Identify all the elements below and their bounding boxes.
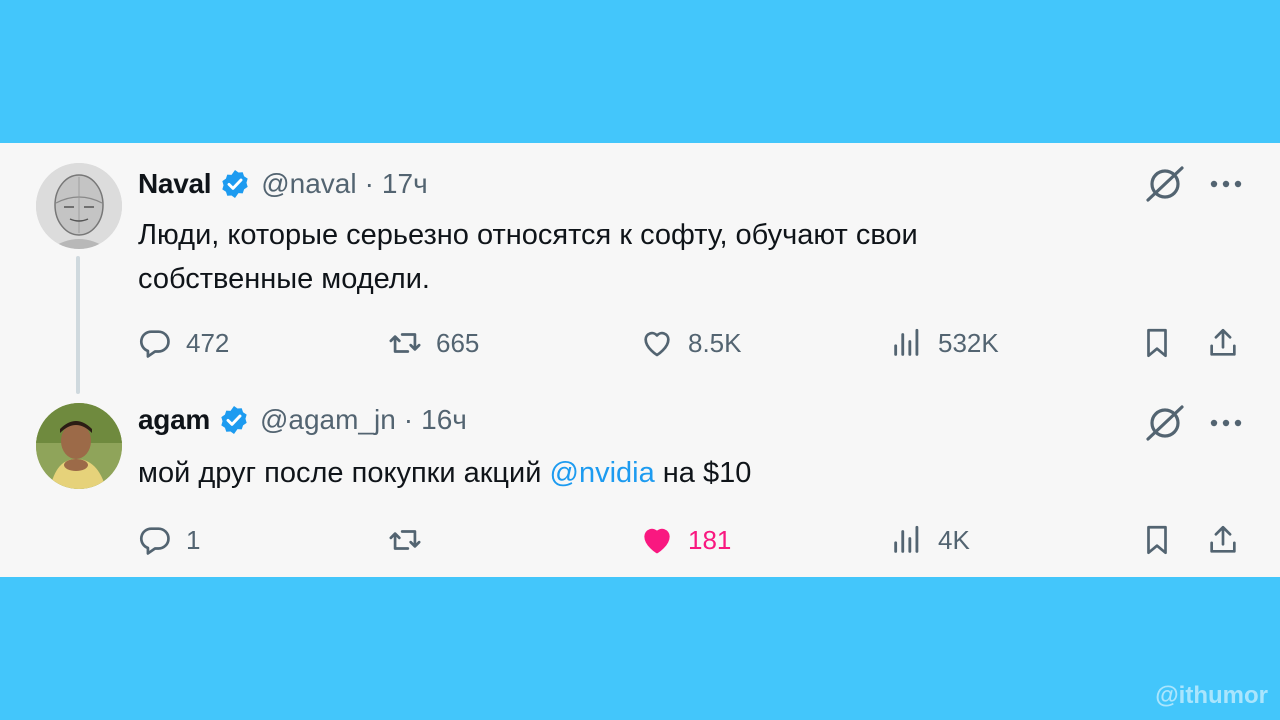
tweet-thread-card: Naval @naval · 17ч Люди, которые серьезн… xyxy=(0,143,1280,577)
tweet-agam[interactable]: agam @agam_jn · 16ч мой друг после покуп… xyxy=(0,383,1280,577)
tweet-text-part: мой друг после покупки акций xyxy=(138,457,550,489)
reply-count: 1 xyxy=(186,524,201,555)
retweet-icon xyxy=(389,333,421,353)
views-button[interactable]: 532K xyxy=(890,323,999,363)
reply-icon xyxy=(139,330,170,358)
separator-dot: · xyxy=(364,168,374,199)
share-icon xyxy=(1210,525,1236,553)
display-name[interactable]: agam xyxy=(138,404,210,436)
retweet-icon xyxy=(389,530,421,550)
tweet-text: мой друг после покупки акций @nvidia на … xyxy=(138,451,1098,495)
display-name[interactable]: Naval xyxy=(138,168,212,200)
more-icon[interactable] xyxy=(1208,417,1244,429)
retweet-count: 665 xyxy=(436,327,480,358)
verified-badge-icon xyxy=(221,406,247,434)
tweet-naval[interactable]: Naval @naval · 17ч Люди, которые серьезн… xyxy=(0,143,1280,383)
share-button[interactable] xyxy=(1206,323,1240,363)
bookmark-icon xyxy=(1147,328,1167,358)
mention-link[interactable]: @nvidia xyxy=(550,457,655,489)
share-icon xyxy=(1210,328,1236,356)
like-icon xyxy=(644,331,670,357)
avatar[interactable] xyxy=(36,403,122,489)
avatar-sketch-image xyxy=(36,163,122,249)
views-icon xyxy=(894,328,919,356)
like-count: 181 xyxy=(688,524,732,555)
user-handle[interactable]: @naval xyxy=(261,168,356,200)
reply-button[interactable]: 472 xyxy=(138,323,229,363)
like-count: 8.5K xyxy=(688,327,742,358)
reply-button[interactable]: 1 xyxy=(138,520,200,560)
bookmark-button[interactable] xyxy=(1140,323,1174,363)
views-count: 532K xyxy=(938,327,999,358)
views-icon xyxy=(894,525,919,553)
like-button[interactable]: 181 xyxy=(640,520,731,560)
views-button[interactable]: 4K xyxy=(890,520,970,560)
user-handle[interactable]: @agam_jn xyxy=(260,404,396,436)
bookmark-button[interactable] xyxy=(1140,520,1174,560)
like-button[interactable]: 8.5K xyxy=(640,323,742,363)
tweet-header: agam @agam_jn · 16ч xyxy=(138,403,467,437)
more-icon[interactable] xyxy=(1208,178,1244,190)
retweet-button[interactable] xyxy=(388,520,436,560)
timestamp[interactable]: 16ч xyxy=(421,404,467,436)
bookmark-icon xyxy=(1147,525,1167,555)
timestamp[interactable]: 17ч xyxy=(382,168,428,200)
retweet-button[interactable]: 665 xyxy=(388,323,479,363)
grok-icon[interactable] xyxy=(1144,163,1186,205)
avatar[interactable] xyxy=(36,163,122,249)
tweet-header: Naval @naval · 17ч xyxy=(138,167,428,201)
watermark: @ithumor xyxy=(1155,682,1268,709)
tweet-text: Люди, которые серьезно относятся к софту… xyxy=(138,219,918,295)
reply-count: 472 xyxy=(186,327,230,358)
separator-dot: · xyxy=(403,404,414,435)
tweet-actions: 472 665 8.5K 532K xyxy=(0,323,1280,363)
tweet-text-part: на $10 xyxy=(654,457,752,489)
verified-badge-icon xyxy=(222,170,248,198)
avatar-photo-image xyxy=(36,403,122,489)
like-icon xyxy=(644,528,670,554)
views-count: 4K xyxy=(938,524,970,555)
share-button[interactable] xyxy=(1206,520,1240,560)
reply-icon xyxy=(139,527,170,555)
grok-icon[interactable] xyxy=(1144,402,1186,444)
tweet-actions: 1 181 4K xyxy=(0,520,1280,560)
